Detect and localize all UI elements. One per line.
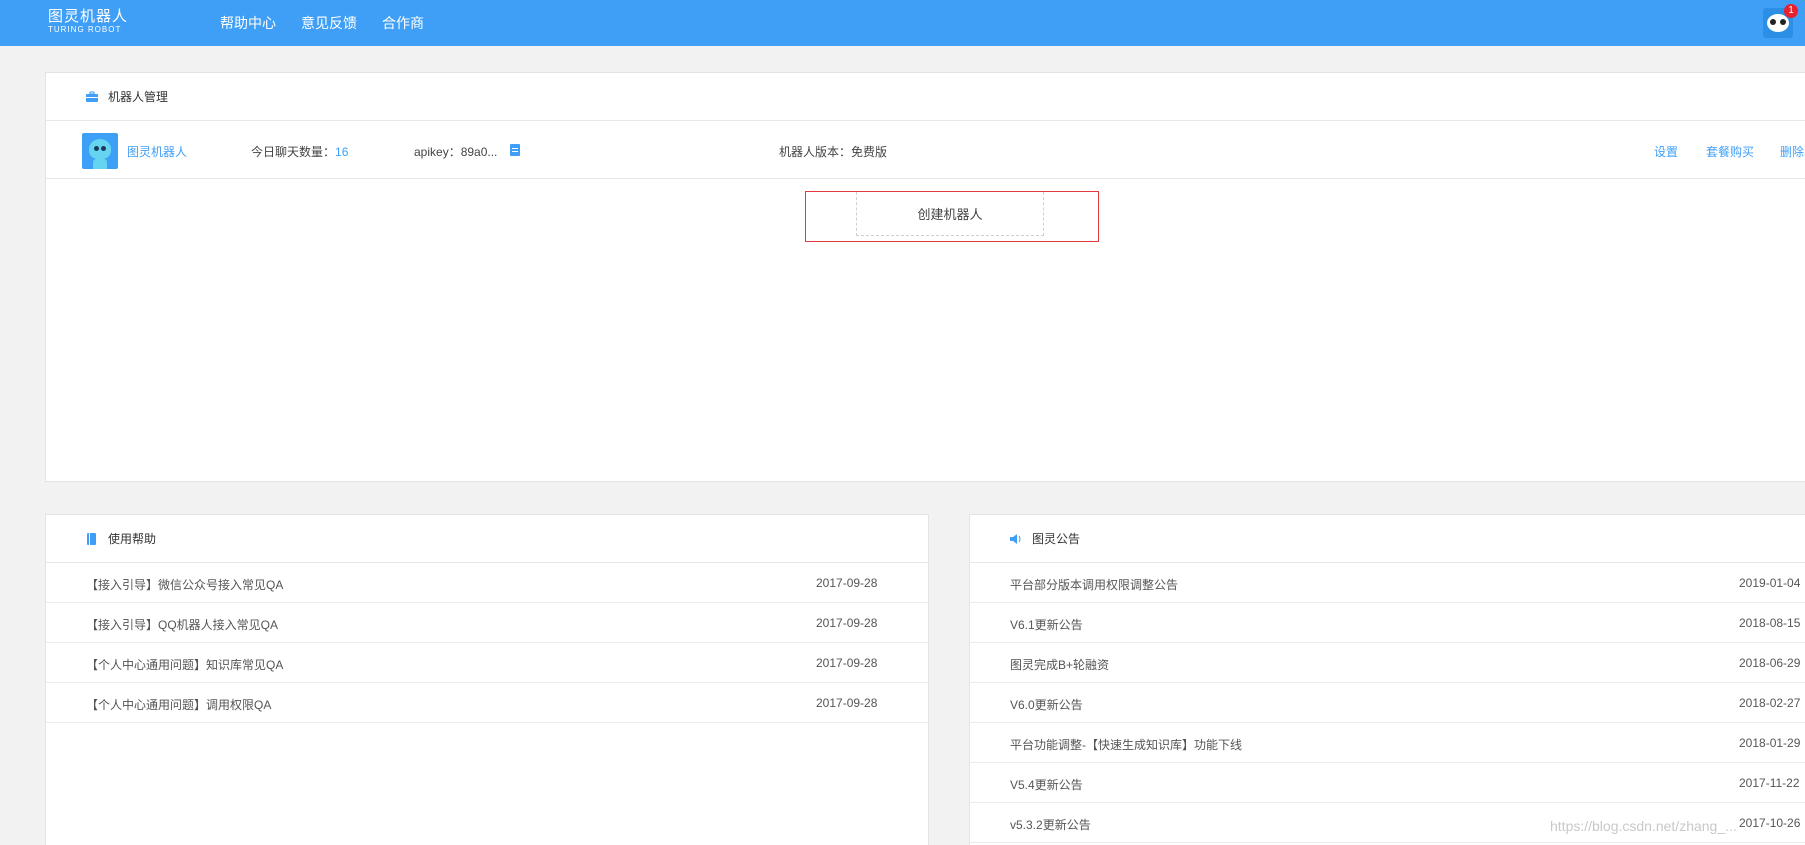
avatar-eye-right [1780,19,1786,25]
robot-eye-left [94,146,99,151]
robot-row: 图灵机器人 今日聊天数量：16 apikey：89a0... 机器人版本：免费版… [46,121,1805,179]
list-item[interactable]: 图灵完成B+轮融资 2018-06-29 [970,643,1805,683]
top-navbar: 图灵机器人 TURING ROBOT 帮助中心 意见反馈 合作商 1 [0,0,1805,46]
help-item-date: 2017-09-28 [816,696,878,710]
notice-item-title: 图灵完成B+轮融资 [1010,658,1110,672]
notice-item-date: 2018-06-29 [1739,656,1801,670]
help-panel-title: 使用帮助 [108,532,157,546]
list-item[interactable]: 【接入引导】QQ机器人接入常见QA 2017-09-28 [46,603,928,643]
create-robot-button[interactable]: 创建机器人 [856,192,1044,236]
turing-logo[interactable]: 图灵机器人 TURING ROBOT [48,9,138,35]
nav-help-center[interactable]: 帮助中心 [220,13,276,33]
help-panel: 使用帮助 【接入引导】微信公众号接入常见QA 2017-09-28 【接入引导】… [45,514,929,845]
help-item-title: 【个人中心通用问题】知识库常见QA [86,658,284,672]
robot-avatar-icon[interactable] [82,133,118,169]
notice-item-date: 2017-10-26 [1739,816,1801,830]
apikey-text: apikey：89a0... [414,145,498,159]
robot-avatar-body [93,159,107,169]
help-item-date: 2017-09-28 [816,656,878,670]
notice-item-date: 2018-02-27 [1739,696,1801,710]
help-item-title: 【个人中心通用问题】调用权限QA [86,698,272,712]
notice-item-title: 平台功能调整-【快速生成知识库】功能下线 [1010,738,1242,752]
nav-partners[interactable]: 合作商 [382,13,424,33]
help-item-date: 2017-09-28 [816,576,878,590]
notice-item-title: V6.1更新公告 [1010,618,1083,632]
create-robot-highlight: 创建机器人 [805,191,1099,242]
help-item-title: 【接入引导】QQ机器人接入常见QA [86,618,279,632]
notice-item-date: 2018-08-15 [1739,616,1801,630]
panda-avatar-icon [1767,14,1789,32]
list-item[interactable]: 平台功能调整-【快速生成知识库】功能下线 2018-01-29 [970,723,1805,763]
nav-feedback[interactable]: 意见反馈 [301,13,357,33]
chat-count-label: 今日聊天数量：16 [251,143,348,160]
main-nav: 帮助中心 意见反馈 合作商 [220,0,449,46]
chat-count-text: 今日聊天数量： [251,145,336,159]
help-panel-header: 使用帮助 [46,515,928,563]
notice-item-title: v5.3.2更新公告 [1010,818,1091,832]
package-purchase-link[interactable]: 套餐购买 [1706,143,1754,160]
settings-link[interactable]: 设置 [1654,143,1678,160]
list-item[interactable]: 【接入引导】微信公众号接入常见QA 2017-09-28 [46,563,928,603]
list-item[interactable]: 【个人中心通用问题】调用权限QA 2017-09-28 [46,683,928,723]
list-item[interactable]: V6.0更新公告 2018-02-27 [970,683,1805,723]
robot-eye-right [101,146,106,151]
watermark-text: https://blog.csdn.net/zhang_... [1550,818,1737,834]
copy-icon[interactable] [510,144,520,156]
help-item-date: 2017-09-28 [816,616,878,630]
notice-item-title: 平台部分版本调用权限调整公告 [1010,578,1179,592]
robot-panel-title: 机器人管理 [108,90,169,104]
list-item[interactable]: 平台部分版本调用权限调整公告 2019-01-04 [970,563,1805,603]
help-item-title: 【接入引导】微信公众号接入常见QA [86,578,284,592]
list-item[interactable]: V5.4更新公告 2017-11-22 [970,763,1805,803]
list-item[interactable]: V6.1更新公告 2018-08-15 [970,603,1805,643]
logo-text-en: TURING ROBOT [48,25,122,34]
book-icon [87,532,96,545]
chat-count-value: 16 [335,145,349,159]
notice-panel: 图灵公告 平台部分版本调用权限调整公告 2019-01-04 V6.1更新公告 … [969,514,1805,845]
notice-item-title: V5.4更新公告 [1010,778,1083,792]
logo-text-cn: 图灵机器人 [48,8,129,25]
delete-link[interactable]: 删除 [1780,143,1804,160]
robot-management-panel: 机器人管理 图灵机器人 今日聊天数量：16 apikey：89a0... 机器人… [45,72,1805,482]
briefcase-icon [86,91,98,102]
robot-avatar-head [89,139,111,159]
notification-badge[interactable]: 1 [1784,4,1798,18]
notice-panel-title: 图灵公告 [1032,532,1081,546]
notice-item-title: V6.0更新公告 [1010,698,1083,712]
notice-panel-header: 图灵公告 [970,515,1805,563]
notice-item-date: 2019-01-04 [1739,576,1801,590]
robot-name-link[interactable]: 图灵机器人 [127,143,187,160]
robot-panel-header: 机器人管理 [46,73,1805,121]
speaker-icon [1010,533,1021,544]
list-item[interactable]: 【个人中心通用问题】知识库常见QA 2017-09-28 [46,643,928,683]
avatar-eye-left [1770,19,1776,25]
notice-item-date: 2018-01-29 [1739,736,1801,750]
notice-item-date: 2017-11-22 [1739,776,1800,790]
robot-version: 机器人版本：免费版 [779,145,888,159]
